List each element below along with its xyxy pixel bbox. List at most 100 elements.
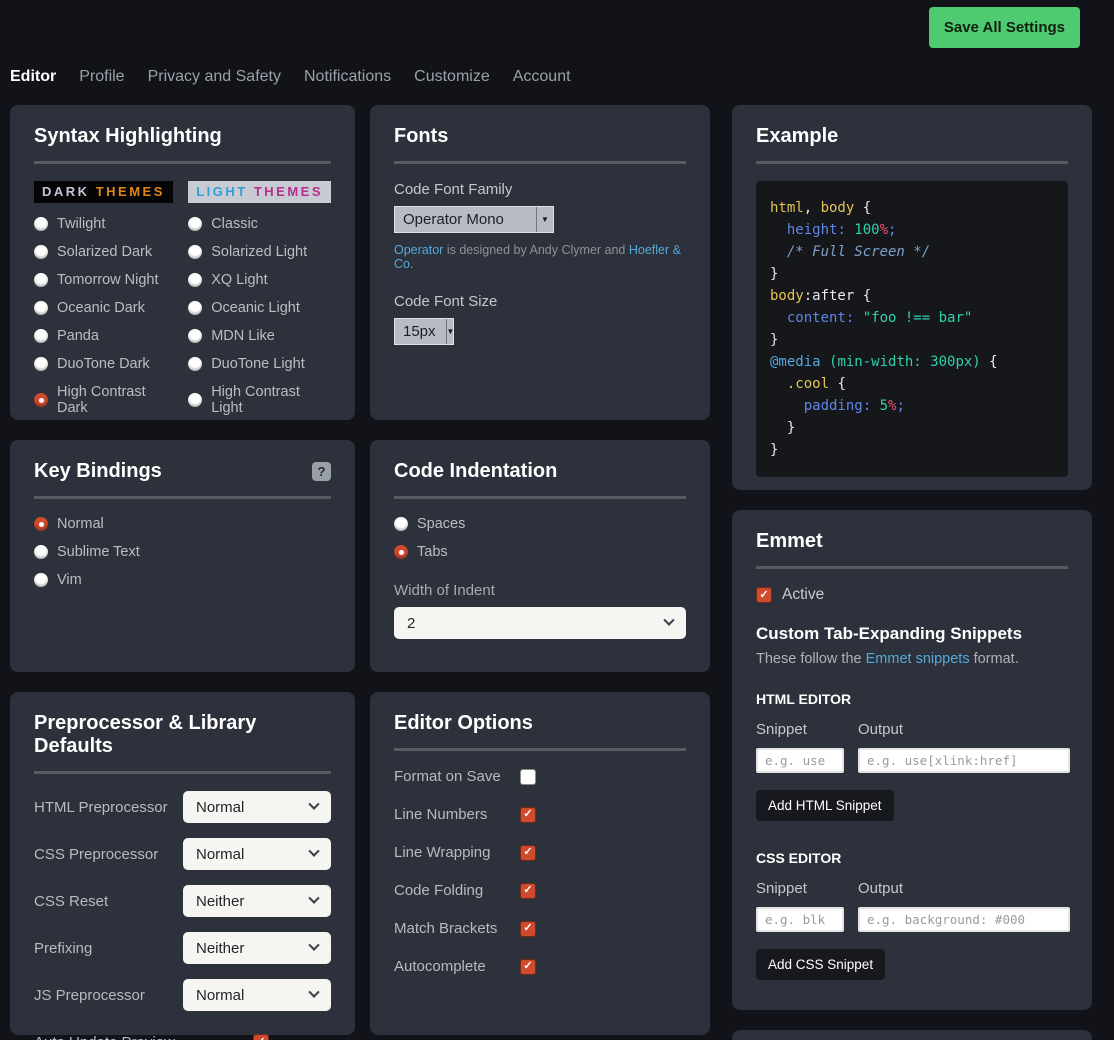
- page-header: Save All Settings Editor Profile Privacy a…: [0, 0, 1114, 105]
- radio-label: Panda: [57, 328, 99, 344]
- setting-row-js-preprocessor: JS Preprocessor Normal: [34, 979, 331, 1011]
- radio-option-high-contrast-light[interactable]: High Contrast Light: [188, 384, 331, 416]
- code-font-family-label: Code Font Family: [394, 181, 686, 198]
- panel-title: Syntax Highlighting: [34, 125, 331, 148]
- css-editor-snippets: CSS EDITOR Snippet Output Add CSS Snippe…: [756, 850, 1068, 980]
- code-font-size-label: Code Font Size: [394, 293, 686, 310]
- operator-link[interactable]: Operator: [394, 243, 443, 257]
- radio-label: Solarized Light: [211, 244, 307, 260]
- format-on-save-checkbox[interactable]: [520, 769, 536, 785]
- prefixing-select[interactable]: Neither: [183, 932, 331, 964]
- radio-icon: [34, 545, 48, 559]
- radio-option-classic[interactable]: Classic: [188, 216, 331, 232]
- html-snippet-input[interactable]: [756, 748, 844, 773]
- code-line: }: [770, 439, 1054, 461]
- radio-label: DuoTone Light: [211, 356, 305, 372]
- select-value: Neither: [196, 940, 244, 957]
- option-label: Format on Save: [394, 768, 520, 785]
- radio-option-twilight[interactable]: Twilight: [34, 216, 176, 232]
- radio-option-solarized-dark[interactable]: Solarized Dark: [34, 244, 176, 260]
- radio-icon: [188, 273, 202, 287]
- line-numbers-checkbox[interactable]: [520, 807, 536, 823]
- css-output-input[interactable]: [858, 907, 1070, 932]
- radio-icon: [34, 301, 48, 315]
- tab-privacy-and-safety[interactable]: Privacy and Safety: [148, 68, 281, 86]
- auto-update-preview-checkbox[interactable]: [253, 1034, 269, 1040]
- setting-row-html-preprocessor: HTML Preprocessor Normal: [34, 791, 331, 823]
- radio-label: High Contrast Light: [211, 384, 331, 416]
- code-font-family-select[interactable]: Operator Mono ▼: [394, 206, 554, 233]
- example-panel: Example html, body { height: 100%; /* Fu…: [732, 105, 1092, 490]
- code-folding-checkbox[interactable]: [520, 883, 536, 899]
- radio-option-oceanic-light[interactable]: Oceanic Light: [188, 300, 331, 316]
- preprocessor-rows: HTML PreprocessorNormalCSS PreprocessorN…: [34, 791, 331, 1040]
- save-all-settings-button[interactable]: Save All Settings: [929, 7, 1080, 48]
- radio-icon: [34, 573, 48, 587]
- width-of-indent-select[interactable]: 2: [394, 607, 686, 639]
- width-of-indent-label: Width of Indent: [394, 582, 686, 599]
- tab-editor[interactable]: Editor: [10, 68, 56, 86]
- radio-option-tomorrow-night[interactable]: Tomorrow Night: [34, 272, 176, 288]
- setting-label: JS Preprocessor: [34, 987, 145, 1004]
- output-label: Output: [858, 721, 1070, 738]
- css-reset-select[interactable]: Neither: [183, 885, 331, 917]
- tab-customize[interactable]: Customize: [414, 68, 490, 86]
- select-value: Normal: [196, 799, 244, 816]
- css-snippet-input[interactable]: [756, 907, 844, 932]
- radio-option-solarized-light[interactable]: Solarized Light: [188, 244, 331, 260]
- line-wrapping-checkbox[interactable]: [520, 845, 536, 861]
- radio-option-high-contrast-dark[interactable]: High Contrast Dark: [34, 384, 176, 416]
- option-label: Line Wrapping: [394, 844, 520, 861]
- radio-option-vim[interactable]: Vim: [34, 572, 331, 588]
- snippet-label: Snippet: [756, 880, 844, 897]
- light-themes-badge: LIGHT THEMES: [188, 181, 331, 203]
- radio-icon: [34, 273, 48, 287]
- radio-label: Oceanic Light: [211, 300, 300, 316]
- radio-option-duotone-dark[interactable]: DuoTone Dark: [34, 356, 176, 372]
- chevron-down-icon: [308, 940, 319, 951]
- html-preprocessor-select[interactable]: Normal: [183, 791, 331, 823]
- radio-option-duotone-light[interactable]: DuoTone Light: [188, 356, 331, 372]
- code-line: @media (min-width: 300px) {: [770, 351, 1054, 373]
- editor-option-rows: Format on SaveLine NumbersLine WrappingC…: [394, 768, 686, 975]
- radio-option-oceanic-dark[interactable]: Oceanic Dark: [34, 300, 176, 316]
- radio-option-xq-light[interactable]: XQ Light: [188, 272, 331, 288]
- option-row-code-folding: Code Folding: [394, 882, 686, 899]
- radio-option-panda[interactable]: Panda: [34, 328, 176, 344]
- add-html-snippet-button[interactable]: Add HTML Snippet: [756, 790, 894, 821]
- setting-label: CSS Reset: [34, 893, 108, 910]
- css-preprocessor-select[interactable]: Normal: [183, 838, 331, 870]
- radio-icon: [188, 301, 202, 315]
- radio-option-spaces[interactable]: Spaces: [394, 516, 686, 532]
- radio-label: DuoTone Dark: [57, 356, 150, 372]
- emmet-active-checkbox[interactable]: [756, 587, 772, 603]
- autocomplete-checkbox[interactable]: [520, 959, 536, 975]
- select-value: Normal: [196, 987, 244, 1004]
- html-output-input[interactable]: [858, 748, 1070, 773]
- tab-profile[interactable]: Profile: [79, 68, 124, 86]
- tab-account[interactable]: Account: [513, 68, 571, 86]
- radio-option-normal[interactable]: Normal: [34, 516, 331, 532]
- match-brackets-checkbox[interactable]: [520, 921, 536, 937]
- radio-option-sublime-text[interactable]: Sublime Text: [34, 544, 331, 560]
- emmet-snippets-link[interactable]: Emmet snippets: [866, 651, 970, 667]
- select-value: Neither: [196, 893, 244, 910]
- custom-snippets-heading: Custom Tab-Expanding Snippets: [756, 624, 1068, 644]
- css-editor-heading: CSS EDITOR: [756, 850, 1068, 866]
- radio-option-mdn-like[interactable]: MDN Like: [188, 328, 331, 344]
- radio-icon: [188, 393, 202, 407]
- output-label: Output: [858, 880, 1070, 897]
- setting-label: HTML Preprocessor: [34, 799, 168, 816]
- chevron-down-icon: [663, 615, 674, 626]
- add-css-snippet-button[interactable]: Add CSS Snippet: [756, 949, 885, 980]
- js-preprocessor-select[interactable]: Normal: [183, 979, 331, 1011]
- code-font-size-select[interactable]: 15px ▼: [394, 318, 454, 345]
- divider: [756, 566, 1068, 569]
- code-line: }: [770, 263, 1054, 285]
- html-editor-heading: HTML EDITOR: [756, 691, 1068, 707]
- radio-option-tabs[interactable]: Tabs: [394, 544, 686, 560]
- tab-notifications[interactable]: Notifications: [304, 68, 391, 86]
- next-settings-card: [732, 1030, 1092, 1040]
- help-icon[interactable]: ?: [312, 462, 331, 481]
- option-label: Code Folding: [394, 882, 520, 899]
